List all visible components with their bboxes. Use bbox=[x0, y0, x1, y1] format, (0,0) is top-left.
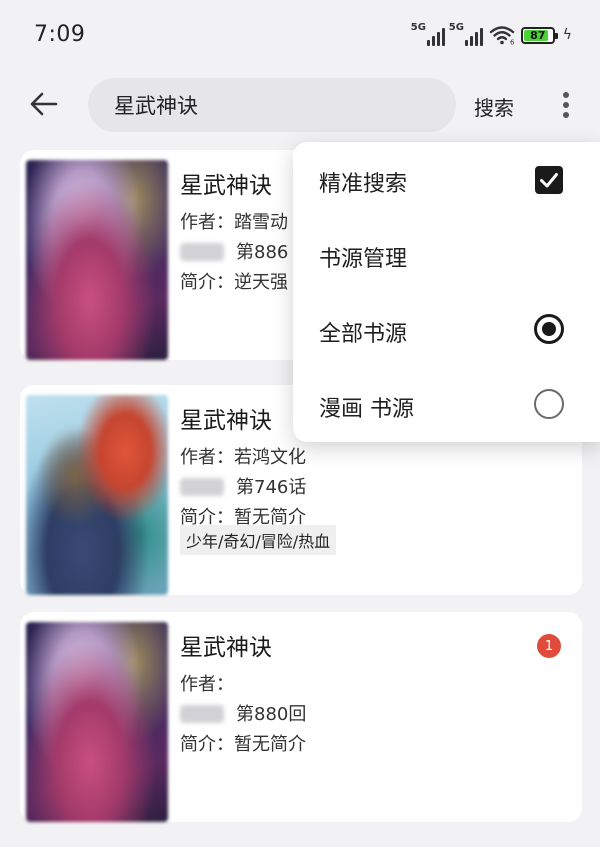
menu-item-source-manage[interactable]: 书源管理 bbox=[293, 217, 600, 292]
menu-item-label: 书源管理 bbox=[319, 247, 408, 272]
book-latest-chapter: 第746话 bbox=[180, 473, 306, 499]
precise-search-checkbox[interactable] bbox=[535, 166, 563, 194]
menu-item-all-sources[interactable]: 全部书源 bbox=[293, 292, 600, 367]
latest-chapter-text: 第746话 bbox=[236, 477, 307, 498]
menu-item-precise-search[interactable]: 精准搜索 bbox=[293, 142, 600, 217]
blurred-label bbox=[180, 242, 224, 261]
source-count-badge: 1 bbox=[537, 634, 561, 658]
book-cover bbox=[26, 160, 168, 360]
signal-icon: 5G bbox=[410, 22, 445, 46]
book-author: 作者： bbox=[180, 674, 234, 695]
search-input[interactable] bbox=[114, 93, 434, 117]
top-bar: 搜索 bbox=[0, 70, 600, 140]
blurred-label bbox=[180, 477, 224, 496]
overflow-menu: 精准搜索 书源管理 全部书源 漫画 书源 bbox=[293, 142, 600, 442]
menu-item-label: 精准搜索 bbox=[319, 172, 408, 197]
book-title: 星武神诀 bbox=[180, 173, 272, 199]
book-cover bbox=[26, 622, 168, 822]
bolt-icon: ϟ bbox=[562, 27, 572, 43]
blurred-label bbox=[180, 704, 224, 723]
wifi-generation-label: 6 bbox=[510, 39, 515, 46]
battery-level: 87 bbox=[530, 28, 546, 42]
book-latest-chapter: 第880回 bbox=[180, 700, 306, 726]
status-time: 7:09 bbox=[34, 22, 86, 47]
signal-icon: 5G bbox=[448, 22, 483, 46]
network-type-label: 5G bbox=[410, 22, 426, 33]
book-intro: 简介：逆天强 bbox=[180, 272, 288, 293]
latest-chapter-text: 第880回 bbox=[236, 704, 307, 725]
comic-sources-radio[interactable] bbox=[534, 389, 564, 419]
book-author: 作者：踏雪动 bbox=[180, 212, 288, 233]
book-intro: 简介：暂无简介 bbox=[180, 734, 306, 755]
arrow-left-icon[interactable] bbox=[26, 86, 62, 122]
status-icons: 5G 5G 6 87 ϟ bbox=[410, 22, 572, 46]
book-title: 星武神诀 bbox=[180, 408, 272, 434]
check-icon bbox=[540, 173, 558, 188]
result-card[interactable]: 星武神诀 作者： 第880回 简介：暂无简介 1 bbox=[20, 612, 582, 822]
all-sources-radio[interactable] bbox=[534, 314, 564, 344]
menu-item-label: 全部书源 bbox=[319, 322, 408, 347]
more-vertical-icon[interactable] bbox=[552, 88, 580, 122]
book-latest-chapter: 第886 bbox=[180, 238, 288, 264]
book-cover bbox=[26, 395, 168, 595]
status-bar: 7:09 5G 5G 6 87 ϟ bbox=[0, 0, 600, 70]
battery-icon: 87 bbox=[520, 26, 558, 44]
search-field[interactable] bbox=[88, 78, 456, 132]
menu-item-label: 漫画 书源 bbox=[319, 397, 414, 422]
book-author: 作者：若鸿文化 bbox=[180, 447, 306, 468]
book-tags: 少年/奇幻/冒险/热血 bbox=[180, 525, 337, 555]
search-button[interactable]: 搜索 bbox=[474, 92, 514, 121]
wifi-icon: 6 bbox=[489, 26, 515, 46]
book-title: 星武神诀 bbox=[180, 635, 272, 661]
menu-item-comic-sources[interactable]: 漫画 书源 bbox=[293, 367, 600, 442]
latest-chapter-text: 第886 bbox=[236, 242, 289, 263]
network-type-label: 5G bbox=[448, 22, 464, 33]
